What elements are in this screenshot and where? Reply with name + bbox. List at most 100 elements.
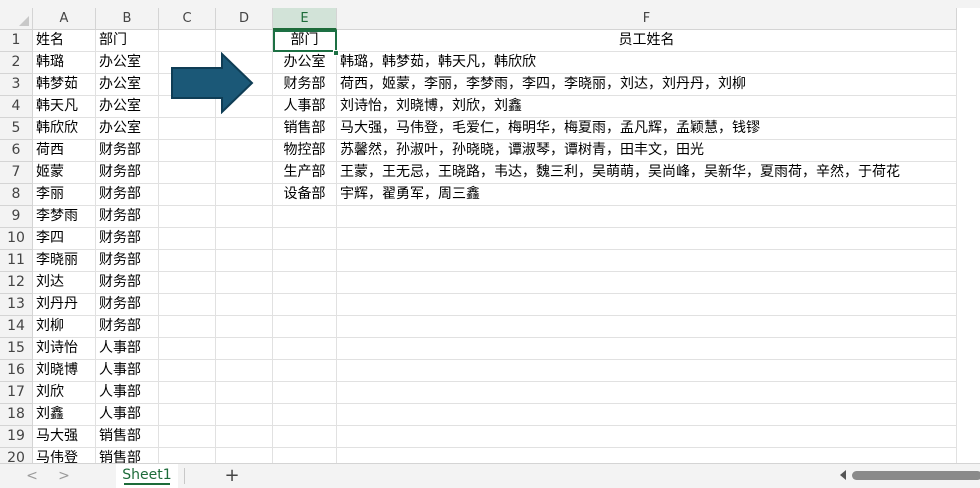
cell-f[interactable]: 刘诗怡，刘晓博，刘欣，刘鑫	[337, 96, 957, 118]
cell-b[interactable]: 财务部	[96, 228, 159, 250]
sheet-tab-sheet1[interactable]: Sheet1	[116, 464, 178, 488]
cell-f[interactable]	[337, 338, 957, 360]
cell-e[interactable]: 财务部	[273, 74, 337, 96]
cell-e[interactable]	[273, 382, 337, 404]
next-sheet-button[interactable]: >	[54, 466, 74, 486]
cell-d[interactable]	[216, 272, 273, 294]
cell-e[interactable]	[273, 228, 337, 250]
cell-b[interactable]: 财务部	[96, 206, 159, 228]
cell-a[interactable]: 韩璐	[33, 52, 96, 74]
cell-d[interactable]	[216, 162, 273, 184]
cell-c[interactable]	[159, 228, 216, 250]
cell-f[interactable]	[337, 206, 957, 228]
cell-f[interactable]	[337, 272, 957, 294]
cell-c[interactable]	[159, 426, 216, 448]
cell-f[interactable]	[337, 294, 957, 316]
cell-f[interactable]	[337, 448, 957, 463]
cell-d[interactable]	[216, 360, 273, 382]
cell-c[interactable]	[159, 338, 216, 360]
cell-f[interactable]: 韩璐，韩梦茹，韩天凡，韩欣欣	[337, 52, 957, 74]
column-header-f[interactable]: F	[337, 8, 957, 30]
cell-e[interactable]	[273, 272, 337, 294]
row-header[interactable]: 14	[0, 316, 33, 338]
column-header-c[interactable]: C	[159, 8, 216, 30]
cell-c[interactable]	[159, 404, 216, 426]
cell-f[interactable]: 宇辉，翟勇军，周三鑫	[337, 184, 957, 206]
cell-d[interactable]	[216, 426, 273, 448]
cell-b[interactable]: 财务部	[96, 294, 159, 316]
row-header[interactable]: 15	[0, 338, 33, 360]
cell-f[interactable]	[337, 426, 957, 448]
cell-f[interactable]	[337, 250, 957, 272]
cell-b[interactable]: 财务部	[96, 272, 159, 294]
cell-c[interactable]	[159, 294, 216, 316]
row-header[interactable]: 2	[0, 52, 33, 74]
cell-d[interactable]	[216, 448, 273, 463]
cell-e[interactable]	[273, 360, 337, 382]
cell-c[interactable]	[159, 118, 216, 140]
cell-b[interactable]: 办公室	[96, 52, 159, 74]
cell-a[interactable]: 马大强	[33, 426, 96, 448]
cell-b[interactable]: 销售部	[96, 448, 159, 463]
cell-a[interactable]: 李丽	[33, 184, 96, 206]
cell-e[interactable]: 人事部	[273, 96, 337, 118]
cell-f[interactable]	[337, 382, 957, 404]
row-header[interactable]: 5	[0, 118, 33, 140]
cell-a[interactable]: 李四	[33, 228, 96, 250]
cell-d[interactable]	[216, 228, 273, 250]
column-header-a[interactable]: A	[33, 8, 96, 30]
cell-e[interactable]	[273, 294, 337, 316]
cell-f[interactable]	[337, 360, 957, 382]
cell-c[interactable]	[159, 162, 216, 184]
cell-a[interactable]: 韩天凡	[33, 96, 96, 118]
row-header[interactable]: 7	[0, 162, 33, 184]
row-header[interactable]: 13	[0, 294, 33, 316]
cell-c[interactable]	[159, 206, 216, 228]
cell-b[interactable]: 财务部	[96, 250, 159, 272]
row-header[interactable]: 6	[0, 140, 33, 162]
cell-c[interactable]	[159, 448, 216, 463]
cell-a[interactable]: 刘欣	[33, 382, 96, 404]
cell-f[interactable]	[337, 404, 957, 426]
cell-a[interactable]: 荷西	[33, 140, 96, 162]
add-sheet-button[interactable]: +	[222, 465, 242, 487]
cell-d[interactable]	[216, 140, 273, 162]
cell-b[interactable]: 销售部	[96, 426, 159, 448]
row-header[interactable]: 10	[0, 228, 33, 250]
cell-e[interactable]	[273, 338, 337, 360]
cell-d[interactable]	[216, 382, 273, 404]
row-header[interactable]: 4	[0, 96, 33, 118]
cell-b[interactable]: 人事部	[96, 338, 159, 360]
cell-d[interactable]	[216, 316, 273, 338]
cell-e[interactable]: 设备部	[273, 184, 337, 206]
cell-f[interactable]	[337, 228, 957, 250]
cell-a[interactable]: 李晓丽	[33, 250, 96, 272]
cell-e[interactable]: 办公室	[273, 52, 337, 74]
cell-f[interactable]: 荷西，姬蒙，李丽，李梦雨，李四，李晓丽，刘达，刘丹丹，刘柳	[337, 74, 957, 96]
column-header-e[interactable]: E	[273, 8, 337, 30]
cell-b[interactable]: 办公室	[96, 96, 159, 118]
cell-b[interactable]: 人事部	[96, 404, 159, 426]
cell-f[interactable]: 王蒙，王无忌，王晓路，韦达，魏三利，吴萌萌，吴尚峰，吴新华，夏雨荷，辛然，于荷花	[337, 162, 957, 184]
cell-a[interactable]: 刘丹丹	[33, 294, 96, 316]
cell-e[interactable]	[273, 448, 337, 463]
cell-d[interactable]	[216, 118, 273, 140]
row-header[interactable]: 1	[0, 30, 33, 52]
cell-d[interactable]	[216, 30, 273, 52]
cell-c[interactable]	[159, 360, 216, 382]
row-header[interactable]: 18	[0, 404, 33, 426]
cell-c[interactable]	[159, 30, 216, 52]
cell-c[interactable]	[159, 140, 216, 162]
selected-cell-e1[interactable]: 部门	[273, 30, 337, 52]
cell-e[interactable]: 物控部	[273, 140, 337, 162]
cell-c[interactable]	[159, 316, 216, 338]
cell-a[interactable]: 刘鑫	[33, 404, 96, 426]
cell-b[interactable]: 办公室	[96, 118, 159, 140]
cell-a[interactable]: 马伟登	[33, 448, 96, 463]
cell-e[interactable]	[273, 404, 337, 426]
cell-e[interactable]	[273, 426, 337, 448]
cell-b[interactable]: 财务部	[96, 140, 159, 162]
cell-e[interactable]: 生产部	[273, 162, 337, 184]
cell-e[interactable]: 销售部	[273, 118, 337, 140]
right-arrow-shape[interactable]	[170, 52, 254, 114]
